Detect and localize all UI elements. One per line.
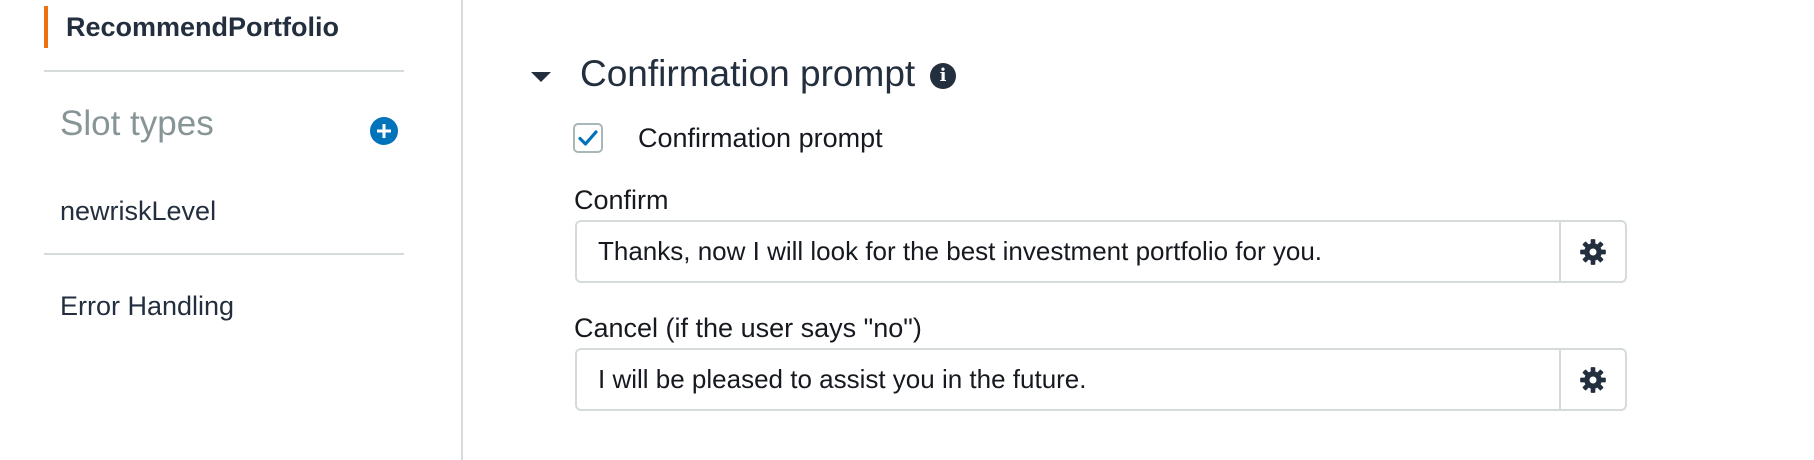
plus-circle-icon: [377, 124, 391, 138]
add-slot-type-button[interactable]: [370, 117, 398, 145]
checkbox-label: Confirmation prompt: [638, 123, 883, 153]
confirm-label: Confirm: [574, 185, 669, 215]
cancel-input[interactable]: [577, 350, 1559, 409]
sidebar: RecommendPortfolio Slot types newriskLev…: [0, 0, 463, 460]
sidebar-item-recommend-portfolio[interactable]: RecommendPortfolio: [44, 6, 404, 48]
sidebar-item-newrisklevel[interactable]: newriskLevel: [60, 191, 216, 231]
lex-intent-editor: RecommendPortfolio Slot types newriskLev…: [0, 0, 1814, 460]
gear-icon: [1580, 366, 1606, 393]
checkmark-icon: [578, 130, 598, 146]
slot-types-heading: Slot types: [60, 104, 214, 143]
cancel-label: Cancel (if the user says "no"): [574, 313, 922, 343]
cancel-settings-button[interactable]: [1559, 350, 1625, 409]
confirm-field: [575, 220, 1627, 283]
gear-icon: [1580, 238, 1606, 265]
sidebar-item-error-handling[interactable]: Error Handling: [60, 286, 234, 326]
divider: [44, 70, 404, 72]
confirm-input[interactable]: [577, 222, 1559, 281]
cancel-field: [575, 348, 1627, 411]
info-icon[interactable]: i: [930, 63, 956, 89]
section-title: Confirmation prompt: [580, 53, 916, 94]
confirmation-prompt-checkbox[interactable]: [573, 123, 603, 153]
divider: [44, 253, 404, 255]
confirm-settings-button[interactable]: [1559, 222, 1625, 281]
caret-down-icon[interactable]: [531, 72, 551, 82]
sidebar-item-label: RecommendPortfolio: [66, 12, 340, 42]
